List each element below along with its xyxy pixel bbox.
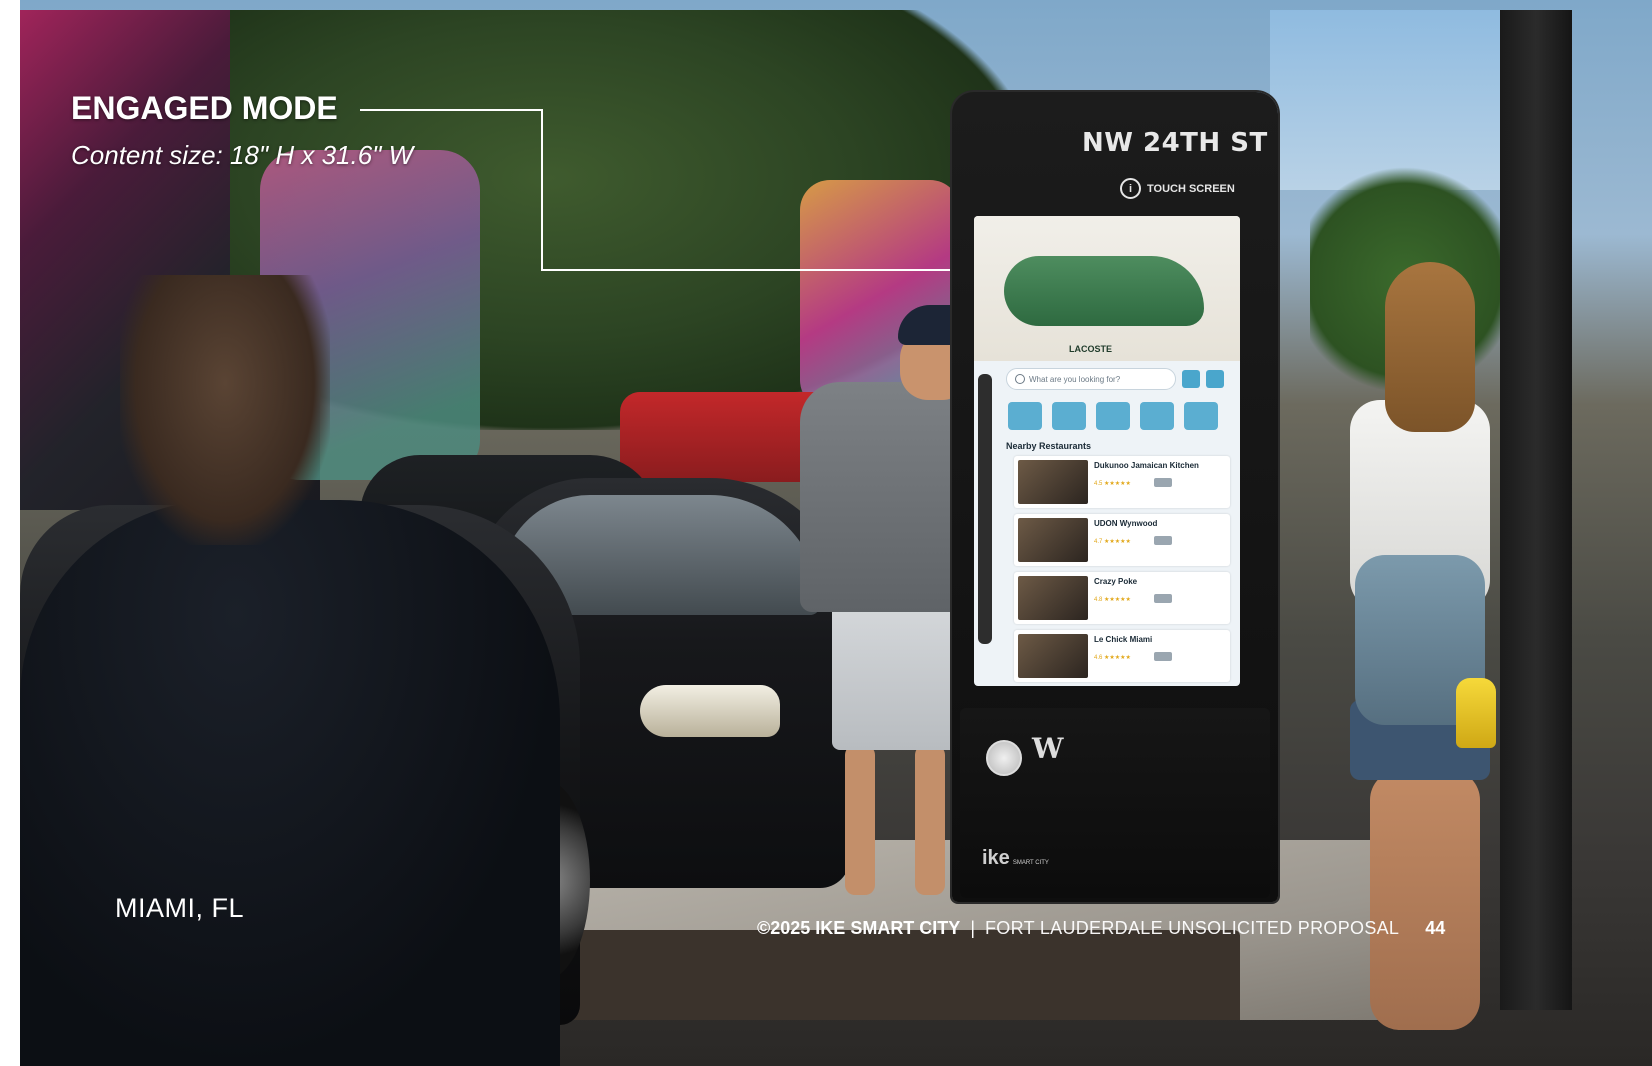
footer-separator: | [970,918,975,938]
category-button-3[interactable] [1096,402,1130,430]
smart-city-kiosk: NW 24TH ST i TOUCH SCREEN LACOSTE What a… [952,92,1278,902]
restaurant-rating: 4.5 ★★★★★ [1094,481,1131,487]
restaurant-name: Crazy Poke [1094,577,1138,586]
kiosk-street-sign: NW 24TH ST [1082,128,1268,158]
mulch-bed [520,930,1240,1020]
category-button-4[interactable] [1140,402,1174,430]
info-icon: i [1120,178,1141,199]
restaurant-card[interactable]: Crazy Poke 4.8 ★★★★★ [1014,572,1230,624]
restaurant-tag [1154,652,1172,661]
restaurant-tag [1154,594,1172,603]
foreground-person-body [20,500,560,1066]
kiosk-touch-label: i TOUCH SCREEN [1120,178,1235,199]
kiosk-filter-button[interactable] [1182,370,1200,388]
mode-heading: ENGAGED MODE [71,90,338,126]
nearby-restaurants-title: Nearby Restaurants [1006,441,1092,451]
restaurant-card[interactable]: UDON Wynwood 4.7 ★★★★★ [1014,514,1230,566]
category-button-2[interactable] [1052,402,1086,430]
crocodile-ad-graphic [1004,256,1204,326]
footer-proposal-title: FORT LAUDERDALE UNSOLICITED PROPOSAL [985,918,1400,938]
restaurant-card[interactable]: Dukunoo Jamaican Kitchen 4.5 ★★★★★ [1014,456,1230,508]
restaurant-name: UDON Wynwood [1094,519,1158,528]
restaurant-thumbnail [1018,634,1088,678]
location-label: MIAMI, FL [115,893,245,923]
touch-screen-text: TOUCH SCREEN [1147,182,1235,195]
man-leg-left [845,745,875,895]
restaurant-tag [1154,478,1172,487]
restaurant-name: Dukunoo Jamaican Kitchen [1094,461,1199,470]
utility-pole [1500,10,1572,1010]
restaurant-card[interactable]: Le Chick Miami 4.6 ★★★★★ [1014,630,1230,682]
ad-brand-label: LACOSTE [1069,344,1113,354]
man-leg-right [915,745,945,895]
footer-copyright: ©2025 IKE SMART CITY [757,918,961,938]
woman-legs [1370,770,1480,1030]
kiosk-map-button[interactable] [1206,370,1224,388]
category-button-1[interactable] [1008,402,1042,430]
foreground-person-head [120,275,330,545]
kiosk-side-rail[interactable] [978,374,992,644]
restaurant-thumbnail [1018,460,1088,504]
kiosk-search-input[interactable]: What are you looking for? [1006,368,1176,390]
category-button-5[interactable] [1184,402,1218,430]
restaurant-tag [1154,536,1172,545]
slide-page: NW 24TH ST i TOUCH SCREEN LACOSTE What a… [0,0,1652,1066]
ike-logo-subtext: SMART CITY [1012,860,1049,866]
content-size-label: Content size: 18" H x 31.6" W [71,140,414,170]
restaurant-rating: 4.8 ★★★★★ [1094,597,1131,603]
man-shorts [832,600,972,750]
ike-logo-text: ike [982,847,1010,869]
wynwood-logo: W [1032,732,1064,765]
kiosk-ad[interactable]: LACOSTE [974,216,1240,361]
restaurant-thumbnail [1018,518,1088,562]
restaurant-name: Le Chick Miami [1094,635,1153,644]
ike-logo: ike SMART CITY [982,847,1049,870]
page-footer: ©2025 IKE SMART CITY | FORT LAUDERDALE U… [757,918,1445,939]
car-headlight [640,685,780,737]
restaurant-thumbnail [1018,576,1088,620]
restaurant-rating: 4.7 ★★★★★ [1094,539,1131,545]
restaurant-rating: 4.6 ★★★★★ [1094,655,1131,661]
search-placeholder: What are you looking for? [1029,374,1121,384]
woman-hair [1385,262,1475,432]
search-icon [1015,374,1025,384]
city-seal-logo [986,740,1022,776]
page-number: 44 [1425,918,1446,938]
fire-hydrant [1456,678,1496,748]
kiosk-screen[interactable]: LACOSTE What are you looking for? Nearby… [974,216,1240,686]
